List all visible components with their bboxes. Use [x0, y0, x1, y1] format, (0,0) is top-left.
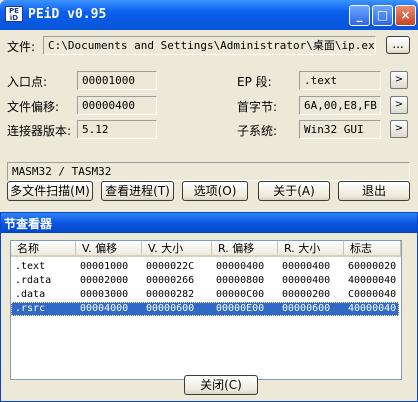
first-bytes-label: 首字节: — [237, 100, 278, 114]
close-button[interactable]: × — [395, 5, 416, 26]
cell-v-offset: 00003000 — [80, 289, 129, 300]
column-header-flags[interactable]: 标志 — [344, 241, 401, 257]
peid-main-window: PE iD PEiD v0.95 _ □ × 文件: C:\Documents … — [0, 0, 418, 216]
cell-name: .data — [15, 289, 46, 300]
dialog-title: 节查看器 — [4, 217, 53, 231]
first-bytes-field[interactable]: 6A,00,E8,FB — [299, 96, 381, 115]
dialog-close-button[interactable]: 关闭(C) — [184, 375, 258, 395]
maximize-button[interactable]: □ — [372, 5, 393, 26]
cell-v-offset: 00004000 — [80, 303, 129, 314]
cell-v-size: 00000282 — [146, 289, 195, 300]
cell-flags: C0000040 — [348, 289, 397, 300]
cell-v-size: 00000266 — [146, 275, 195, 286]
ep-section-field[interactable]: .text — [299, 71, 381, 90]
cell-r-offset: 00000800 — [216, 275, 265, 286]
cell-v-size: 0000022C — [146, 261, 195, 272]
subsystem-label: 子系统: — [237, 124, 278, 138]
dialog-title-bar[interactable]: 节查看器 — [1, 213, 417, 233]
file-offset-field[interactable]: 00000400 — [77, 96, 157, 115]
section-row[interactable]: .text 00001000 0000022C 00000400 0000040… — [11, 260, 399, 274]
cell-name: .text — [15, 261, 46, 272]
cell-r-offset: 00000400 — [216, 261, 265, 272]
cell-name: .rsrc — [15, 303, 46, 314]
title-bar[interactable]: PE iD PEiD v0.95 _ □ × — [0, 0, 418, 30]
cell-r-size: 00000400 — [282, 275, 331, 286]
entry-point-label: 入口点: — [7, 75, 48, 89]
view-process-button[interactable]: 查看进程(T) — [101, 181, 174, 201]
window-title: PEiD v0.95 — [28, 7, 107, 22]
column-header-r-size[interactable]: R. 大小 — [278, 241, 344, 257]
section-row[interactable]: .data 00003000 00000282 00000C00 0000020… — [11, 288, 399, 302]
file-offset-label: 文件偏移: — [7, 100, 60, 114]
options-button[interactable]: 选项(O) — [182, 181, 248, 201]
first-bytes-button[interactable]: > — [390, 96, 408, 114]
section-row[interactable]: .rdata 00002000 00000266 00000800 000004… — [11, 274, 399, 288]
cell-flags: 60000020 — [348, 261, 397, 272]
peid-app-icon: PE iD — [5, 6, 23, 22]
column-header-v-offset[interactable]: V. 偏移 — [76, 241, 142, 257]
subsystem-button[interactable]: > — [390, 120, 408, 138]
cell-v-offset: 00001000 — [80, 261, 129, 272]
section-viewer-dialog: 节查看器 名称 V. 偏移 V. 大小 R. 偏移 R. 大小 标志 .text… — [0, 212, 418, 402]
section-list[interactable]: 名称 V. 偏移 V. 大小 R. 偏移 R. 大小 标志 .text 0000… — [10, 240, 402, 380]
cell-v-size: 00000600 — [146, 303, 195, 314]
cell-r-offset: 00000E00 — [216, 303, 265, 314]
minimize-button[interactable]: _ — [349, 5, 370, 26]
detection-result-field[interactable]: MASM32 / TASM32 — [7, 162, 410, 181]
multi-file-scan-button[interactable]: 多文件扫描(M) — [7, 181, 93, 201]
cell-flags: 40000040 — [348, 275, 397, 286]
about-button[interactable]: 关于(A) — [258, 181, 330, 201]
cell-r-offset: 00000C00 — [216, 289, 265, 300]
linker-version-field[interactable]: 5.12 — [77, 120, 157, 139]
section-row-selected[interactable]: .rsrc 00004000 00000600 00000E00 0000060… — [11, 302, 399, 316]
cell-r-size: 00000400 — [282, 261, 331, 272]
file-label: 文件: — [7, 40, 36, 54]
column-header-name[interactable]: 名称 — [11, 241, 76, 257]
subsystem-field[interactable]: Win32 GUI — [299, 120, 381, 139]
cell-r-size: 00000600 — [282, 303, 331, 314]
linker-version-label: 连接器版本: — [7, 124, 72, 138]
ep-section-button[interactable]: > — [390, 71, 408, 89]
cell-r-size: 00000200 — [282, 289, 331, 300]
cell-flags: 40000040 — [348, 303, 397, 314]
exit-button[interactable]: 退出 — [338, 181, 410, 201]
column-header-r-offset[interactable]: R. 偏移 — [212, 241, 278, 257]
entry-point-field[interactable]: 00001000 — [77, 71, 157, 90]
cell-v-offset: 00002000 — [80, 275, 129, 286]
cell-name: .rdata — [15, 275, 52, 286]
browse-button[interactable]: ... — [386, 36, 410, 54]
column-header-v-size[interactable]: V. 大小 — [142, 241, 212, 257]
file-path-field[interactable]: C:\Documents and Settings\Administrator\… — [43, 36, 376, 55]
ep-section-label: EP 段: — [237, 75, 272, 89]
